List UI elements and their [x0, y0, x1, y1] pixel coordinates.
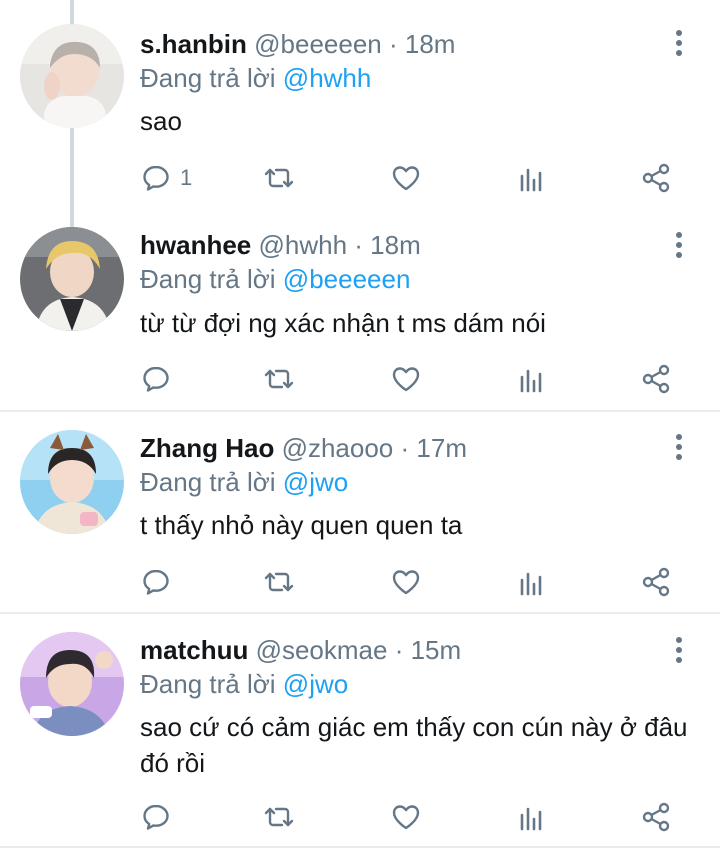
replying-to-label: Đang trả lời — [140, 63, 276, 93]
avatar[interactable] — [20, 227, 124, 331]
retweet-icon — [264, 807, 294, 827]
retweet-icon — [264, 572, 294, 592]
username[interactable]: @seokmae — [256, 635, 388, 665]
reply-icon — [143, 804, 169, 830]
tweet-text: từ từ đợi ng xác nhận t ms dám nói — [140, 308, 546, 338]
username[interactable]: @beeeeen — [254, 29, 382, 59]
reply-button[interactable] — [140, 797, 180, 837]
like-button[interactable] — [390, 797, 422, 837]
share-icon — [642, 163, 670, 193]
reply-button[interactable] — [140, 359, 180, 399]
analytics-button[interactable] — [516, 562, 548, 602]
replying-to-label: Đang trả lời — [140, 467, 276, 497]
more-options-icon[interactable] — [662, 225, 696, 265]
username[interactable]: @hwhh — [258, 230, 347, 260]
share-button[interactable] — [640, 158, 672, 198]
heart-icon — [392, 166, 420, 191]
tweet-header: matchuu @seokmae · 15m — [140, 634, 461, 666]
share-icon — [642, 802, 670, 832]
analytics-icon — [520, 572, 542, 596]
retweet-icon — [264, 369, 294, 389]
mention-link[interactable]: @beeeeen — [283, 264, 411, 294]
tweet-divider — [0, 846, 720, 848]
reply-icon — [143, 569, 169, 595]
mention-link[interactable]: @hwhh — [283, 63, 372, 93]
like-button[interactable] — [390, 359, 422, 399]
timestamp[interactable]: · 18m — [354, 230, 420, 260]
more-options-icon[interactable] — [662, 630, 696, 670]
retweet-button[interactable] — [263, 797, 295, 837]
analytics-icon — [520, 369, 542, 393]
replying-to-label: Đang trả lời — [140, 669, 276, 699]
share-button[interactable] — [640, 562, 672, 602]
analytics-button[interactable] — [516, 158, 548, 198]
tweet-text: t thấy nhỏ này quen quen ta — [140, 510, 463, 540]
display-name[interactable]: s.hanbin — [140, 29, 247, 59]
timestamp[interactable]: · 15m — [395, 635, 461, 665]
retweet-button[interactable] — [263, 158, 295, 198]
more-options-icon[interactable] — [662, 23, 696, 63]
analytics-button[interactable] — [516, 797, 548, 837]
replying-to: Đang trả lời @jwo — [140, 466, 348, 498]
reply-icon — [143, 165, 169, 191]
share-button[interactable] — [640, 797, 672, 837]
tweet-header: s.hanbin @beeeeen · 18m — [140, 28, 455, 60]
username[interactable]: @zhaooo — [282, 433, 394, 463]
reply-icon — [143, 366, 169, 392]
share-icon — [642, 364, 670, 394]
display-name[interactable]: Zhang Hao — [140, 433, 274, 463]
share-button[interactable] — [640, 359, 672, 399]
share-icon — [642, 567, 670, 597]
avatar[interactable] — [20, 430, 124, 534]
tweet[interactable]: matchuu @seokmae · 15m Đang trả lời @jwo… — [0, 614, 720, 849]
tweet[interactable]: hwanhee @hwhh · 18m Đang trả lời @beeeee… — [0, 205, 720, 410]
reply-button[interactable]: 1 — [140, 158, 192, 198]
retweet-button[interactable] — [263, 562, 295, 602]
display-name[interactable]: matchuu — [140, 635, 248, 665]
mention-link[interactable]: @jwo — [283, 467, 348, 497]
like-button[interactable] — [390, 158, 422, 198]
retweet-icon — [264, 168, 294, 188]
replying-to: Đang trả lời @hwhh — [140, 62, 371, 94]
like-button[interactable] — [390, 562, 422, 602]
reply-button[interactable] — [140, 562, 180, 602]
display-name[interactable]: hwanhee — [140, 230, 251, 260]
tweet-text: sao — [140, 106, 182, 136]
tweet[interactable]: s.hanbin @beeeeen · 18m Đang trả lời @hw… — [0, 0, 720, 205]
analytics-icon — [520, 807, 542, 831]
heart-icon — [392, 367, 420, 392]
retweet-button[interactable] — [263, 359, 295, 399]
timestamp[interactable]: · 18m — [389, 29, 455, 59]
tweet[interactable]: Zhang Hao @zhaooo · 17m Đang trả lời @jw… — [0, 412, 720, 612]
replying-to: Đang trả lời @beeeeen — [140, 263, 410, 295]
heart-icon — [392, 805, 420, 830]
avatar[interactable] — [20, 24, 124, 128]
analytics-icon — [520, 168, 542, 192]
replying-to: Đang trả lời @jwo — [140, 668, 348, 700]
tweet-header: Zhang Hao @zhaooo · 17m — [140, 432, 467, 464]
replying-to-label: Đang trả lời — [140, 264, 276, 294]
reply-count: 1 — [180, 165, 193, 190]
avatar[interactable] — [20, 632, 124, 736]
timestamp[interactable]: · 17m — [401, 433, 467, 463]
heart-icon — [392, 570, 420, 595]
tweet-text: sao cứ có cảm giác em thấy con cún này ở… — [140, 712, 688, 778]
analytics-button[interactable] — [516, 359, 548, 399]
more-options-icon[interactable] — [662, 427, 696, 467]
tweet-header: hwanhee @hwhh · 18m — [140, 229, 421, 261]
mention-link[interactable]: @jwo — [283, 669, 348, 699]
